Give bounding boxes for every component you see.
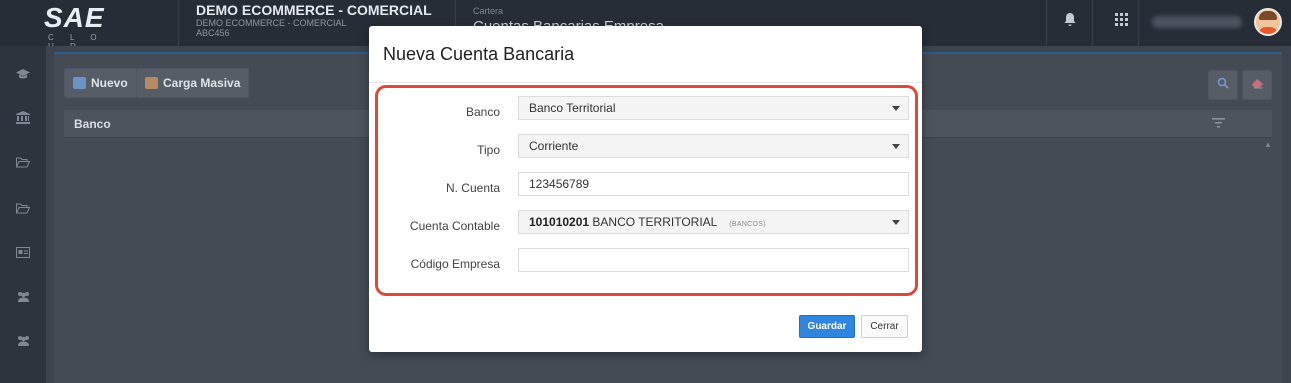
users-icon[interactable] xyxy=(13,332,33,352)
header-divider xyxy=(1138,0,1139,46)
sae-cloud-logo[interactable]: SAE C L O U D xyxy=(44,2,124,52)
upload-box-icon xyxy=(145,77,158,89)
search-icon xyxy=(1217,77,1229,89)
eraser-icon xyxy=(1251,79,1263,89)
folder-icon[interactable] xyxy=(13,154,33,174)
modal-title: Nueva Cuenta Bancaria xyxy=(383,44,575,64)
folder-icon[interactable] xyxy=(13,200,33,220)
nuevo-button[interactable]: Nuevo xyxy=(64,68,137,98)
banco-select[interactable]: Banco Territorial xyxy=(518,96,909,120)
header-divider xyxy=(178,0,179,46)
avatar-shirt xyxy=(1258,27,1278,34)
n-cuenta-value: 123456789 xyxy=(529,177,590,191)
cuenta-contable-name: BANCO TERRITORIAL xyxy=(592,215,717,229)
section-module: Cartera xyxy=(473,6,504,16)
codigo-empresa-input[interactable] xyxy=(518,248,909,272)
cuenta-contable-select[interactable]: 101010201 BANCO TERRITORIAL (BANCOS) xyxy=(518,210,909,234)
bell-icon[interactable] xyxy=(1060,12,1080,32)
tipo-label: Tipo xyxy=(477,143,500,157)
clear-filter-button[interactable] xyxy=(1242,70,1272,100)
n-cuenta-input[interactable]: 123456789 xyxy=(518,172,909,196)
avatar[interactable] xyxy=(1254,8,1282,36)
user-name-blurred[interactable] xyxy=(1152,16,1242,28)
file-add-icon xyxy=(73,77,86,89)
graduation-cap-icon[interactable] xyxy=(13,66,33,86)
filter-icon[interactable] xyxy=(1212,116,1225,131)
cuenta-contable-tag: (BANCOS) xyxy=(729,221,766,228)
codigo-empresa-label: Código Empresa xyxy=(410,257,500,271)
cerrar-button[interactable]: Cerrar xyxy=(861,315,908,338)
apps-grid-icon[interactable] xyxy=(1111,12,1131,32)
chevron-down-icon xyxy=(892,220,900,225)
nueva-cuenta-modal: Nueva Cuenta Bancaria Banco Banco Territ… xyxy=(369,26,922,352)
sidebar xyxy=(0,46,46,383)
chevron-down-icon xyxy=(892,144,900,149)
guardar-button[interactable]: Guardar xyxy=(799,315,855,338)
column-banco[interactable]: Banco xyxy=(74,117,111,131)
carga-masiva-button[interactable]: Carga Masiva xyxy=(136,68,250,98)
header-divider xyxy=(1046,0,1047,46)
bank-icon[interactable] xyxy=(13,110,33,130)
company-name: DEMO ECOMMERCE - COMERCIAL xyxy=(196,2,432,18)
header-divider xyxy=(1092,0,1093,46)
tipo-value: Corriente xyxy=(529,139,579,153)
cuenta-contable-label: Cuenta Contable xyxy=(409,219,500,233)
cuenta-contable-code: 101010201 xyxy=(529,215,590,229)
avatar-hair xyxy=(1259,11,1277,20)
users-icon[interactable] xyxy=(13,288,33,308)
banco-value: Banco Territorial xyxy=(529,101,616,115)
banco-label: Banco xyxy=(465,105,500,119)
id-card-icon[interactable] xyxy=(13,244,33,264)
logo-text: SAE xyxy=(44,2,105,33)
n-cuenta-label: N. Cuenta xyxy=(445,181,500,195)
scroll-up-arrow[interactable]: ▲ xyxy=(1264,140,1272,149)
carga-masiva-label: Carga Masiva xyxy=(163,76,241,90)
nuevo-label: Nuevo xyxy=(91,76,128,90)
modal-divider xyxy=(369,82,922,83)
search-button[interactable] xyxy=(1208,70,1238,100)
chevron-down-icon xyxy=(892,106,900,111)
tipo-select[interactable]: Corriente xyxy=(518,134,909,158)
